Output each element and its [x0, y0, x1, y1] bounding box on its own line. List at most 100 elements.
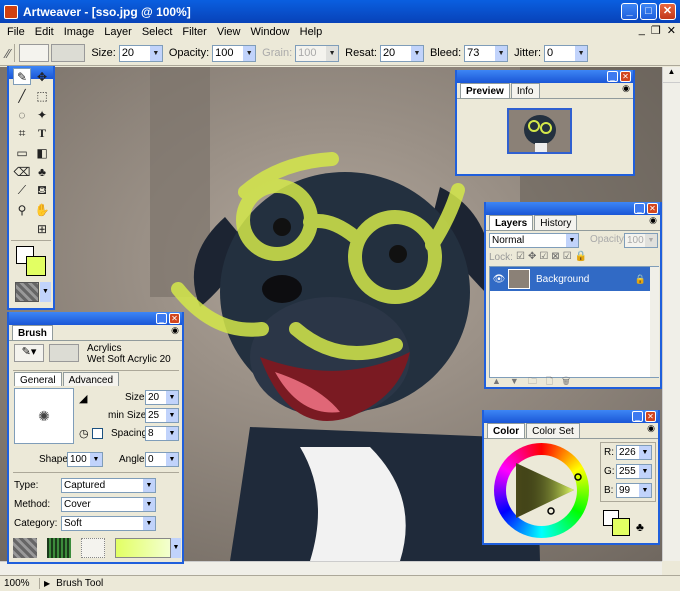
brush-panel-title[interactable]: Brush [12, 325, 53, 340]
panel-minimize-icon[interactable]: _ [156, 313, 167, 324]
green-input[interactable]: 255 ▼ [616, 464, 652, 479]
zoom-tool-icon[interactable]: ⚲ [13, 201, 31, 218]
panel-minimize-icon[interactable]: _ [634, 203, 645, 214]
tab-info[interactable]: Info [510, 83, 540, 98]
spacing-checkbox[interactable] [92, 428, 103, 439]
tab-layers[interactable]: Layers [489, 215, 534, 230]
brush-shape-picker[interactable] [51, 44, 86, 62]
angle-input[interactable]: 0 ▼ [145, 452, 179, 467]
gradient-picker[interactable] [115, 538, 171, 558]
doc-close-icon[interactable]: ✕ [667, 24, 676, 37]
foreground-color-swatch[interactable] [26, 256, 46, 276]
visibility-eye-icon[interactable]: 👁 [490, 274, 508, 285]
scroll-up-icon[interactable]: ▲ [663, 67, 680, 83]
panel-close-icon[interactable]: ✕ [645, 411, 656, 422]
brush-preset-picker[interactable] [19, 44, 50, 62]
magic-wand-icon[interactable]: ✦ [33, 106, 51, 123]
status-menu-icon[interactable]: ▶ [40, 579, 50, 588]
text-tool-icon[interactable]: T [33, 125, 51, 142]
lasso-tool-icon[interactable]: ◌ [13, 106, 31, 123]
pressure-icon[interactable]: ◢ [79, 392, 87, 405]
rect-select-icon[interactable]: ⬚ [33, 87, 51, 104]
shape-input[interactable]: 100 ▼ [67, 452, 103, 467]
tab-general[interactable]: General [14, 372, 62, 386]
gradient-tool-icon[interactable]: ◧ [33, 144, 51, 161]
menu-filter[interactable]: Filter [177, 26, 211, 38]
eraser-tool-icon[interactable]: ⌫ [13, 163, 31, 180]
layer-row[interactable]: 👁 Background 🔒 [490, 267, 650, 291]
menu-window[interactable]: Window [246, 26, 295, 38]
close-button[interactable]: ✕ [659, 3, 676, 20]
texture-picker[interactable] [81, 538, 105, 558]
zoom-level[interactable]: 100% [0, 578, 40, 589]
method-select[interactable]: Cover ▼ [61, 497, 156, 512]
spacing-input[interactable]: 8 ▼ [145, 426, 179, 441]
type-select[interactable]: Captured ▼ [61, 478, 156, 493]
blue-input[interactable]: 99 ▼ [616, 483, 652, 498]
opacity-input[interactable]: 100 ▼ [212, 44, 257, 62]
tab-color-set[interactable]: Color Set [526, 423, 580, 438]
rectangle-tool-icon[interactable]: ▭ [13, 144, 31, 161]
fill-bucket-icon[interactable]: ⛾ [33, 182, 51, 199]
tab-history[interactable]: History [534, 215, 578, 230]
panel-minimize-icon[interactable]: _ [632, 411, 643, 422]
preview-thumbnail[interactable] [507, 108, 572, 154]
bleed-input[interactable]: 73 ▼ [464, 44, 509, 62]
paper-dropdown-icon[interactable]: ▼ [40, 282, 51, 302]
gradient-dropdown-icon[interactable]: ▼ [171, 538, 181, 558]
minimize-button[interactable]: _ [621, 3, 638, 20]
panel-menu-icon[interactable]: ◉ [647, 423, 655, 438]
lock-options-icons[interactable]: ☑✥☑⊠☑🔒 [516, 251, 590, 262]
blend-mode-select[interactable]: Normal ▼ [489, 233, 579, 248]
panel-close-icon[interactable]: ✕ [620, 71, 631, 82]
min-size-input[interactable]: 25 ▼ [145, 408, 179, 423]
category-select[interactable]: Soft ▼ [61, 516, 156, 531]
panel-menu-icon[interactable]: ◉ [171, 325, 179, 340]
panel-menu-icon[interactable]: ◉ [649, 215, 657, 230]
menu-image[interactable]: Image [59, 26, 100, 38]
panel-menu-icon[interactable]: ◉ [622, 83, 630, 98]
red-input[interactable]: 226 ▼ [616, 445, 652, 460]
pattern-picker[interactable] [47, 538, 71, 558]
foreground-color-swatch[interactable] [612, 518, 630, 536]
brush-variant-picker[interactable] [49, 344, 79, 362]
size-input[interactable]: 20 ▼ [118, 44, 163, 62]
panel-close-icon[interactable]: ✕ [647, 203, 658, 214]
layer-actions[interactable]: ▲▼🗀🗋🗑 [492, 374, 579, 390]
clone-tool-icon[interactable]: ♣ [33, 163, 51, 180]
paper-picker[interactable] [13, 538, 37, 558]
menu-file[interactable]: File [2, 26, 30, 38]
crop-tool-icon[interactable]: ⌗ [13, 125, 31, 142]
tab-preview[interactable]: Preview [460, 83, 510, 98]
doc-minimize-icon[interactable]: _ [639, 24, 645, 37]
eyedropper-icon[interactable]: ⟋ [13, 182, 31, 199]
menu-select[interactable]: Select [137, 26, 178, 38]
tab-advanced[interactable]: Advanced [62, 372, 120, 386]
menu-view[interactable]: View [212, 26, 246, 38]
panel-minimize-icon[interactable]: _ [607, 71, 618, 82]
clock-icon[interactable]: ◷ [79, 427, 89, 440]
menu-layer[interactable]: Layer [99, 26, 137, 38]
maximize-button[interactable]: □ [640, 3, 657, 20]
layers-scrollbar[interactable] [650, 267, 659, 377]
resat-input[interactable]: 20 ▼ [379, 44, 424, 62]
paper-texture-picker[interactable] [15, 282, 39, 302]
brush-tool-icon[interactable]: ✎ [13, 68, 31, 85]
line-tool-icon[interactable]: ╱ [13, 87, 31, 104]
brush-category-picker[interactable]: ✎▾ [14, 344, 44, 362]
move-tool-icon[interactable]: ✥ [33, 68, 51, 85]
vertical-scrollbar[interactable]: ▲ [662, 67, 680, 561]
panel-close-icon[interactable]: ✕ [169, 313, 180, 324]
tab-color[interactable]: Color [487, 423, 526, 438]
brush-size-input[interactable]: 20 ▼ [145, 390, 179, 405]
hand-tool-icon[interactable]: ✋ [33, 201, 51, 218]
brush-tool-icon[interactable]: ⁄⁄ [6, 46, 10, 61]
menu-help[interactable]: Help [295, 26, 328, 38]
color-options-icon[interactable]: ♣ [636, 520, 644, 534]
color-wheel[interactable] [494, 443, 589, 538]
doc-restore-icon[interactable]: ❐ [651, 24, 661, 37]
transform-tool-icon[interactable]: ⊞ [33, 220, 51, 237]
resat-label: Resat: [345, 47, 377, 59]
menu-edit[interactable]: Edit [30, 26, 59, 38]
jitter-input[interactable]: 0 ▼ [544, 44, 589, 62]
